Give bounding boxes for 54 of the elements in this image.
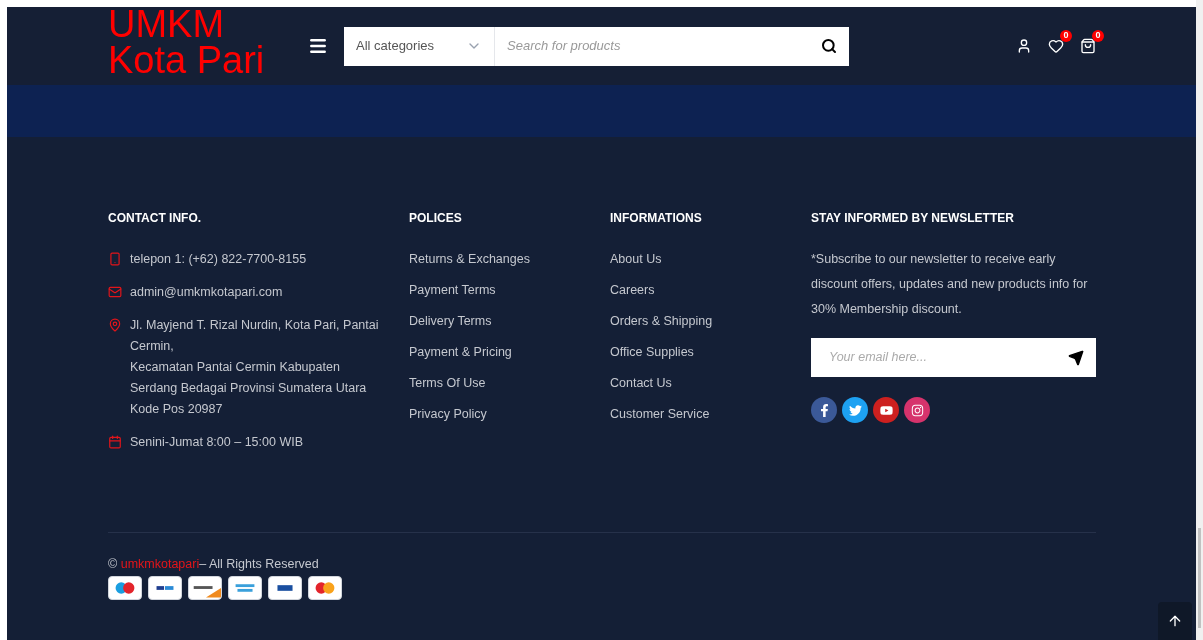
- twitter-icon: [848, 403, 862, 417]
- instagram-button[interactable]: [904, 397, 930, 423]
- back-to-top-button[interactable]: [1158, 602, 1192, 640]
- copyright-text: © umkmkotapari– All Rights Reserved: [108, 556, 320, 574]
- mastercard-card-icon: [308, 576, 342, 600]
- column-heading: CONTACT INFO.: [108, 210, 203, 227]
- calendar-icon: [108, 435, 122, 449]
- contact-text: Senini-Jumat 8:00 – 15:00 WIB: [130, 434, 303, 451]
- address-text: Kecamatan Pantai Cermin Kabupaten Serdang Bedagai Provinsi Sumatera Utara Kode Pos 20987: [130, 359, 368, 418]
- footer-link[interactable]: Privacy Policy: [409, 404, 487, 425]
- footer-link[interactable]: Returns & Exchanges: [409, 249, 530, 270]
- column-heading: INFORMATIONS: [610, 210, 703, 227]
- twitter-button[interactable]: [842, 397, 868, 423]
- category-select[interactable]: All categories: [344, 26, 495, 66]
- email-field[interactable]: Your email here...: [811, 338, 1056, 377]
- address-text: Jl. Mayjend T. Rizal Nurdin, Kota Pari, Pantai Cermin,: [130, 317, 380, 355]
- scrollbar[interactable]: [1196, 0, 1203, 640]
- scrollbar-thumb[interactable]: [1198, 528, 1201, 628]
- column-heading: STAY INFORMED BY NEWSLETTER: [811, 210, 1015, 227]
- footer-link[interactable]: Orders & Shipping: [610, 311, 713, 332]
- phone-icon: [108, 252, 122, 266]
- footer-link[interactable]: Delivery Terms: [409, 311, 492, 332]
- contact-text: telepon 1: (+62) 822-7700-8155: [130, 251, 307, 268]
- cart-icon[interactable]: [1080, 38, 1096, 54]
- instagram-icon: [910, 403, 924, 417]
- footer-link[interactable]: Careers: [610, 280, 655, 301]
- subscribe-button[interactable]: [1056, 338, 1096, 377]
- brand-link[interactable]: umkmkotapari: [120, 557, 200, 572]
- footer-link[interactable]: Contact Us: [610, 373, 672, 394]
- footer-link[interactable]: Office Supplies: [610, 342, 694, 363]
- paper-plane-icon: [1068, 349, 1084, 366]
- footer-link[interactable]: About Us: [610, 249, 662, 270]
- location-pin-icon: [108, 318, 122, 332]
- menu-icon[interactable]: [308, 36, 328, 56]
- newsletter-text: *Subscribe to our newsletter to receive early discount offers, updates and new products info for 30% Membership discount.: [811, 251, 1089, 318]
- mail-icon: [108, 285, 122, 299]
- wishlist-icon[interactable]: [1048, 38, 1064, 54]
- column-heading: POLICES: [409, 210, 463, 227]
- search-icon: [821, 38, 837, 54]
- facebook-button[interactable]: [811, 397, 837, 423]
- contact-text: admin@umkmkotapari.com: [130, 284, 283, 301]
- search-field[interactable]: Search for products: [495, 26, 809, 66]
- account-icon[interactable]: [1016, 38, 1032, 54]
- search-button[interactable]: [809, 26, 849, 66]
- footer-link[interactable]: Payment Terms: [409, 280, 496, 301]
- site-logo[interactable]: UMKM Kota Pari: [108, 6, 308, 78]
- cart-count-badge: 0: [1092, 30, 1104, 42]
- youtube-button[interactable]: [873, 397, 899, 423]
- youtube-icon: [879, 403, 893, 417]
- footer-link[interactable]: Payment & Pricing: [409, 342, 512, 363]
- footer-link[interactable]: Terms Of Use: [409, 373, 486, 394]
- wishlist-count-badge: 0: [1060, 30, 1072, 42]
- footer-link[interactable]: Customer Service: [610, 404, 710, 425]
- maestro-card-icon: [108, 576, 142, 600]
